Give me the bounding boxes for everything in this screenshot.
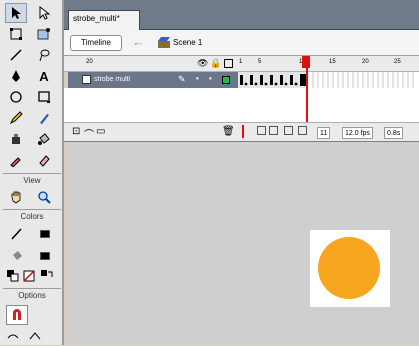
fill-color-bucket-icon — [6, 246, 28, 266]
subselection-tool-icon[interactable] — [33, 3, 55, 23]
timeline-button[interactable]: Timeline — [70, 35, 122, 51]
edit-pencil-icon: ✎ — [178, 74, 186, 84]
eraser-tool-icon[interactable] — [33, 150, 55, 170]
layer-header-number: 20 — [86, 59, 93, 65]
colors-label: Colors — [20, 212, 44, 221]
swap-colors-icon[interactable] — [36, 266, 58, 286]
scene-icon — [158, 37, 170, 48]
layer-outline-color[interactable] — [222, 76, 230, 84]
ruler-number-20: 20 — [362, 59, 369, 65]
eyedropper-tool-icon[interactable] — [5, 150, 27, 170]
outline-icon[interactable] — [224, 59, 233, 68]
rectangle-tool-icon[interactable] — [33, 87, 55, 107]
free-transform-tool-icon[interactable] — [5, 24, 27, 44]
hand-tool-icon[interactable] — [5, 187, 27, 207]
playhead[interactable] — [306, 56, 308, 122]
paint-bucket-tool-icon[interactable] — [33, 129, 55, 149]
layer-type-icon — [82, 75, 91, 84]
fill-transform-tool-icon[interactable] — [33, 24, 55, 44]
oval-tool-icon[interactable] — [5, 87, 27, 107]
timeline-empty-area — [64, 88, 419, 122]
ruler-number-15: 15 — [329, 59, 336, 65]
text-tool-icon[interactable]: A — [33, 66, 55, 86]
straighten-icon[interactable] — [24, 326, 46, 346]
add-motion-guide-icon[interactable]: ⌒ — [84, 126, 94, 141]
lock-icon[interactable]: 🔒 — [210, 58, 221, 69]
tools-panel: A View Colors Options — [0, 0, 64, 345]
center-frame-icon[interactable] — [242, 125, 244, 138]
visibility-dot[interactable]: • — [196, 74, 199, 83]
document-tabs-bar: strobe_multi* — [64, 0, 419, 30]
document-tab-title: strobe_multi* — [73, 14, 120, 23]
edit-multiple-frames-icon[interactable] — [284, 126, 293, 135]
elapsed-time: 0.8s — [384, 127, 404, 139]
onion-skin-outlines-icon[interactable] — [269, 126, 278, 135]
current-frame: 11 — [317, 127, 331, 139]
smooth-icon[interactable] — [2, 326, 24, 346]
view-label: View — [23, 176, 41, 185]
scene-label: Scene 1 — [173, 38, 203, 47]
lasso-tool-icon[interactable] — [33, 45, 55, 65]
timeline-header: 20 👁 🔒 1 5 10 15 20 25 — [64, 56, 419, 72]
options-divider — [3, 288, 61, 289]
options-label: Options — [18, 291, 46, 300]
document-tab[interactable]: strobe_multi* — [68, 10, 140, 30]
ruler-number-5: 5 — [258, 59, 262, 65]
zoom-tool-icon[interactable] — [33, 187, 55, 207]
stroke-color-pencil-icon — [6, 224, 28, 244]
line-tool-icon[interactable] — [5, 45, 27, 65]
insert-folder-icon[interactable]: ▭ — [96, 126, 105, 137]
selection-tool-icon[interactable] — [5, 3, 27, 23]
layer-name[interactable]: strobe multi — [94, 76, 130, 83]
stroke-color-swatch[interactable] — [40, 230, 50, 238]
frame-rate[interactable]: 12.0 fps — [342, 127, 373, 139]
back-arrow-icon[interactable]: ← — [132, 34, 145, 49]
edit-bar: Timeline ← Scene 1 — [64, 30, 419, 56]
snap-to-objects-icon[interactable] — [6, 305, 28, 325]
modify-onion-markers-icon[interactable] — [298, 126, 307, 135]
insert-layer-icon[interactable]: ⊡ — [72, 126, 80, 137]
ruler-number-25: 25 — [394, 59, 401, 65]
frames-area[interactable] — [238, 72, 419, 88]
pen-tool-icon[interactable] — [5, 66, 27, 86]
colors-divider — [3, 209, 61, 210]
eye-icon[interactable]: 👁 — [197, 58, 208, 69]
stage-artboard[interactable] — [310, 230, 390, 307]
view-divider — [3, 173, 61, 174]
timeline-footer: ⊡ ⌒ ▭ 🗑 11 12.0 fps 0.8s — [64, 122, 419, 142]
ruler-number-1: 1 — [239, 59, 243, 65]
main-area: strobe_multi* Timeline ← Scene 1 20 👁 🔒 … — [64, 0, 419, 345]
lock-dot[interactable]: • — [209, 74, 212, 83]
ink-bottle-tool-icon[interactable] — [5, 129, 27, 149]
onion-skin-icon[interactable] — [257, 126, 266, 135]
delete-layer-icon[interactable]: 🗑 — [222, 126, 235, 137]
stage-pasteboard[interactable] — [70, 142, 419, 345]
pencil-tool-icon[interactable] — [5, 108, 27, 128]
brush-tool-icon[interactable] — [33, 108, 55, 128]
frame-cells — [238, 72, 414, 88]
orange-circle-shape[interactable] — [318, 237, 380, 299]
fill-color-swatch[interactable] — [40, 252, 50, 260]
